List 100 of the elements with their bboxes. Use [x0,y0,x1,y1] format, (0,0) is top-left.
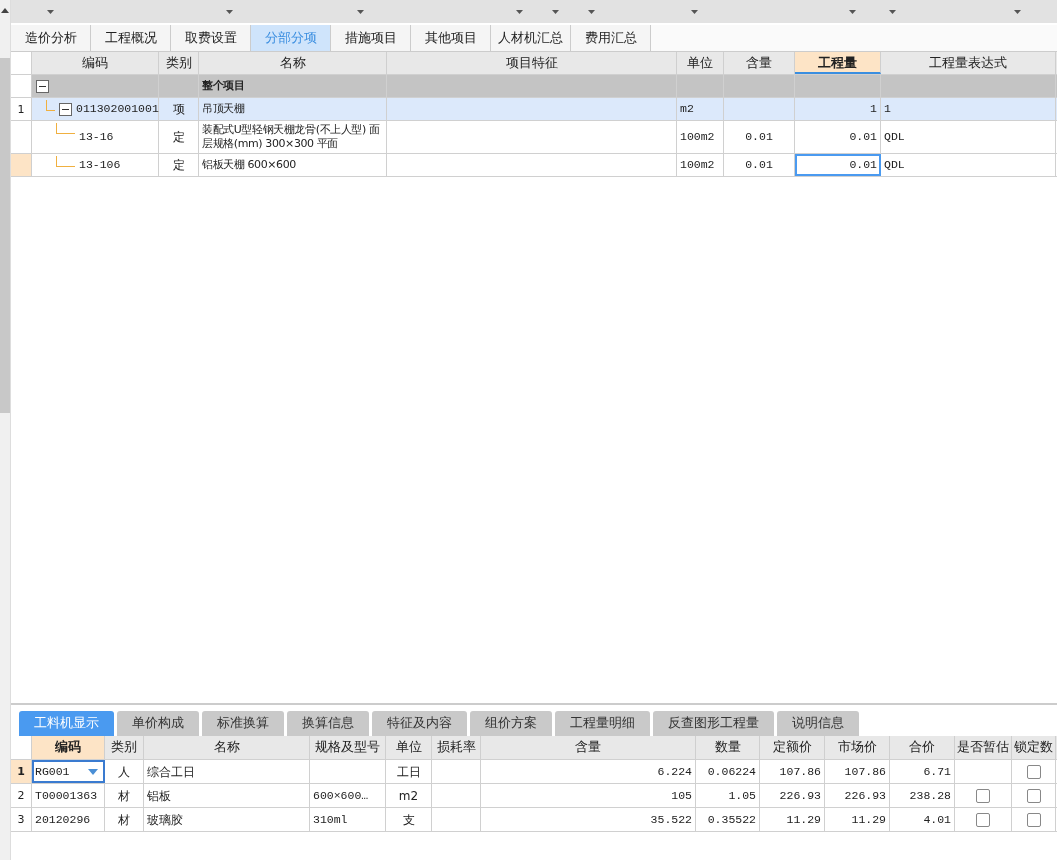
tab[interactable]: 说明信息 [777,711,859,736]
cell-text: 105 [671,788,692,803]
tab[interactable]: 工程量明细 [555,711,650,736]
column-header[interactable]: 单位 [386,736,432,759]
column-header[interactable]: 损耗率 [432,736,481,759]
column-header[interactable]: 工程量表达式 [881,52,1056,74]
cell-text: m2 [398,788,419,803]
column-header[interactable]: 数量 [696,736,760,759]
cell-text: 226.93 [779,788,821,803]
column-header[interactable]: 名称 [199,52,387,74]
cell-text: 226.93 [844,788,886,803]
scrollbar-thumb[interactable] [0,58,10,413]
expression-text: QDL [884,158,905,172]
cell-text: 35.522 [650,812,692,827]
tab[interactable]: 其他项目 [411,25,491,51]
tab[interactable]: 标准换算 [202,711,284,736]
dropdown-caret-icon[interactable] [849,9,856,14]
column-header[interactable]: 市场价 [825,736,890,759]
type-text: 项 [172,102,185,116]
dropdown-caret-icon[interactable] [226,9,233,14]
tree-line [56,156,75,167]
cell-text: 综合工日 [147,764,195,779]
dropdown-caret-icon[interactable] [691,9,698,14]
scroll-up-icon[interactable] [1,8,9,13]
content-text: 0.01 [745,158,773,172]
type-text: 定 [172,158,185,172]
tab[interactable]: 取费设置 [171,25,251,51]
row-header[interactable]: 1 [11,760,32,783]
column-header[interactable]: 含量 [481,736,696,759]
quantity-text: 0.01 [849,130,877,144]
checkbox[interactable] [976,812,990,827]
column-header[interactable]: 工程量 [795,52,881,74]
unit-text: m2 [680,102,694,116]
checkbox[interactable] [1026,812,1041,827]
column-header[interactable]: 编码 [32,52,159,74]
tree-line [46,100,55,111]
name-text: 装配式U型轻钢天棚龙骨(不上人型) 面层规格(mm) 300×300 平面 [202,123,381,151]
code-text: 13-106 [79,158,121,172]
column-header[interactable]: 类别 [105,736,144,759]
column-header[interactable]: 项目特征 [387,52,677,74]
tab[interactable]: 特征及内容 [372,711,467,736]
cell-text: 玻璃胶 [147,812,183,827]
quantity-text: 0.01 [849,158,877,172]
column-header[interactable]: 名称 [144,736,310,759]
cell-text: 材 [118,812,130,827]
content-text: 0.01 [745,130,773,144]
cell-text: 6.71 [923,764,951,779]
checkbox[interactable] [1026,764,1041,779]
tab[interactable]: 人材机汇总 [491,25,571,51]
dropdown-caret-icon[interactable] [1014,9,1021,14]
tab[interactable]: 费用汇总 [571,25,651,51]
expression-text: QDL [884,130,905,144]
column-header[interactable]: 锁定数 [1012,736,1056,759]
dropdown-caret-icon[interactable] [516,9,523,14]
code-text: 011302001001 [76,102,159,116]
column-header[interactable]: 单位 [677,52,724,74]
code-text: 13-16 [79,130,114,144]
column-header[interactable]: 编码 [32,736,105,759]
tab[interactable]: 工程概况 [91,25,171,51]
column-header[interactable]: 类别 [159,52,199,74]
tab[interactable]: 组价方案 [470,711,552,736]
collapse-toggle-icon[interactable] [59,102,72,116]
column-header[interactable]: 规格及型号 [310,736,386,759]
dropdown-caret-icon[interactable] [47,9,54,14]
cell-text: 11.29 [786,812,821,827]
column-header[interactable]: 定额价 [760,736,825,759]
cell-text: 238.28 [909,788,951,803]
tab[interactable]: 反查图形工程量 [653,711,774,736]
dropdown-caret-icon[interactable] [889,9,896,14]
cell-text: 11.29 [851,812,886,827]
column-header[interactable]: 合价 [890,736,955,759]
checkbox[interactable] [976,788,990,803]
cell-text: 600×600… [313,788,369,803]
cell-text: 材 [118,788,130,803]
quantity-text: 1 [870,102,877,116]
cell-text: 0.35522 [707,812,756,827]
collapse-toggle-icon[interactable] [36,79,49,93]
dropdown-caret-icon[interactable] [552,9,559,14]
dropdown-caret-icon[interactable] [357,9,364,14]
name-text: 铝板天棚 600×600 [202,158,296,172]
tree-line [56,123,75,134]
tab[interactable]: 措施项目 [331,25,411,51]
dropdown-caret-icon[interactable] [88,769,98,775]
tab[interactable]: 造价分析 [11,25,91,51]
checkbox[interactable] [1026,788,1041,803]
unit-text: 100m2 [680,130,715,144]
cell-text: 4.01 [923,812,951,827]
column-header[interactable]: 是否暂估 [955,736,1012,759]
cell-text: 支 [402,812,415,827]
cell-text: 人 [118,764,130,779]
row-header[interactable]: 1 [11,98,32,120]
cell-text: 铝板 [147,788,171,803]
cell-text: 6.224 [657,764,692,779]
tab[interactable]: 换算信息 [287,711,369,736]
dropdown-caret-icon[interactable] [588,9,595,14]
tab[interactable]: 单价构成 [117,711,199,736]
type-text: 定 [172,130,185,144]
cell-text: 0.06224 [707,764,756,779]
cell-text: 310ml [313,812,348,827]
cell-text: 107.86 [779,764,821,779]
